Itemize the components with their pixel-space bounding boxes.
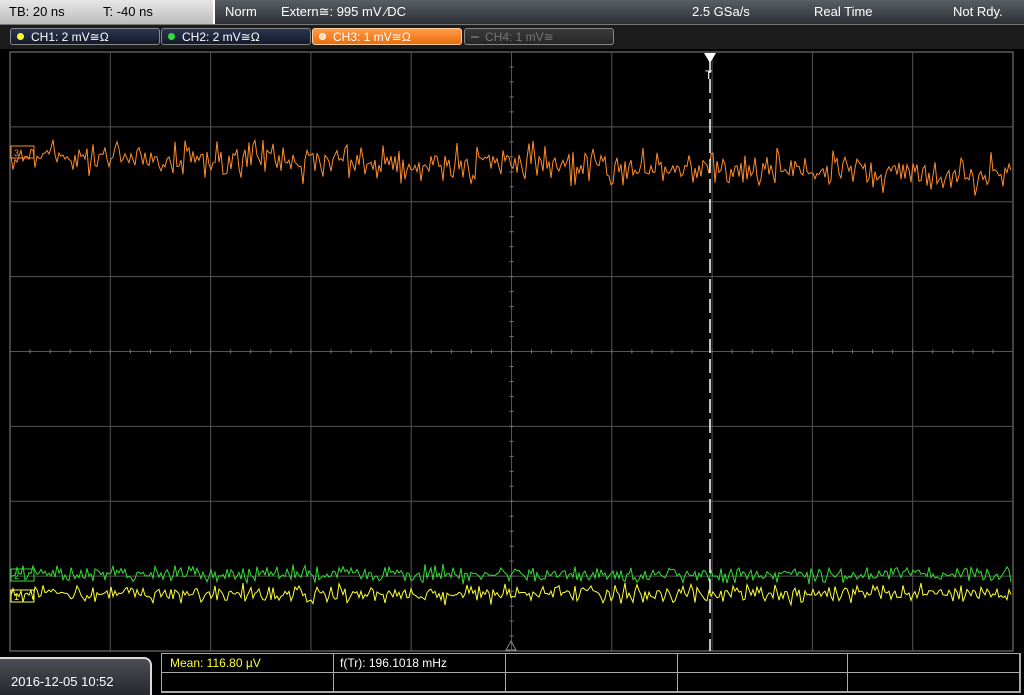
measurement-cell-empty[interactable] <box>506 654 678 673</box>
measurement-cell-mean[interactable]: Mean: 116.80 µV <box>162 654 334 673</box>
acquisition-mode[interactable]: Real Time <box>814 4 873 19</box>
channel-tab-ch1[interactable]: CH1: 2 mV≅Ω <box>10 28 160 45</box>
trigger-marker-label: T <box>705 68 713 82</box>
status-bar: TB: 20 ns T: -40 ns Norm Extern≅: 995 mV… <box>0 0 1024 25</box>
channel-tab-ch3[interactable]: CH3: 1 mV≅Ω <box>312 28 462 45</box>
channel-tab-ch2[interactable]: CH2: 2 mV≅Ω <box>161 28 311 45</box>
ch3-label: CH3: 1 mV≅Ω <box>333 30 411 44</box>
measurement-cell-empty[interactable] <box>848 654 1020 673</box>
measurement-cell-empty[interactable] <box>848 673 1020 692</box>
svg-text:2: 2 <box>14 571 19 581</box>
ch4-indicator-icon <box>471 36 479 38</box>
acquisition-status: Not Rdy. <box>953 4 1003 19</box>
measurement-mean: Mean: 116.80 µV <box>170 656 261 670</box>
channel-tab-ch4[interactable]: CH4: 1 mV≅ <box>464 28 614 45</box>
measurement-freq: f(Tr): 196.1018 mHz <box>340 656 447 670</box>
measurement-panel[interactable]: Mean: 116.80 µV f(Tr): 196.1018 mHz <box>161 653 1021 693</box>
ch3-indicator-icon <box>319 33 326 40</box>
measurement-cell-freq[interactable]: f(Tr): 196.1018 mHz <box>334 654 506 673</box>
sample-rate[interactable]: 2.5 GSa/s <box>692 4 750 19</box>
timebase-box[interactable]: TB: 20 ns T: -40 ns <box>0 0 215 24</box>
measurement-cell-empty[interactable] <box>678 654 848 673</box>
timebase-value: TB: 20 ns <box>9 4 65 19</box>
measurement-cell-empty[interactable] <box>334 673 506 692</box>
trigger-offset-value: T: -40 ns <box>103 4 153 19</box>
ch1-label: CH1: 2 mV≅Ω <box>31 30 109 44</box>
svg-text:1: 1 <box>14 592 19 602</box>
svg-text:3: 3 <box>14 148 19 158</box>
channel-strip: CH1: 2 mV≅Ω CH2: 2 mV≅Ω CH3: 1 mV≅Ω CH4:… <box>0 25 1024 49</box>
timestamp: 2016-12-05 10:52 <box>11 674 114 689</box>
ch1-indicator-icon <box>17 33 24 40</box>
timestamp-box: 2016-12-05 10:52 <box>0 657 152 695</box>
trigger-source[interactable]: Extern≅: 995 mV ⁄DC <box>281 4 406 20</box>
ch2-indicator-icon <box>168 33 175 40</box>
waveform-display[interactable]: T 3 2 1 <box>0 49 1024 653</box>
measurement-cell-empty[interactable] <box>506 673 678 692</box>
ch2-label: CH2: 2 mV≅Ω <box>182 30 260 44</box>
measurement-cell-empty[interactable] <box>162 673 334 692</box>
measurement-cell-empty[interactable] <box>678 673 848 692</box>
ch4-label: CH4: 1 mV≅ <box>485 30 554 44</box>
trigger-mode[interactable]: Norm <box>225 4 257 19</box>
